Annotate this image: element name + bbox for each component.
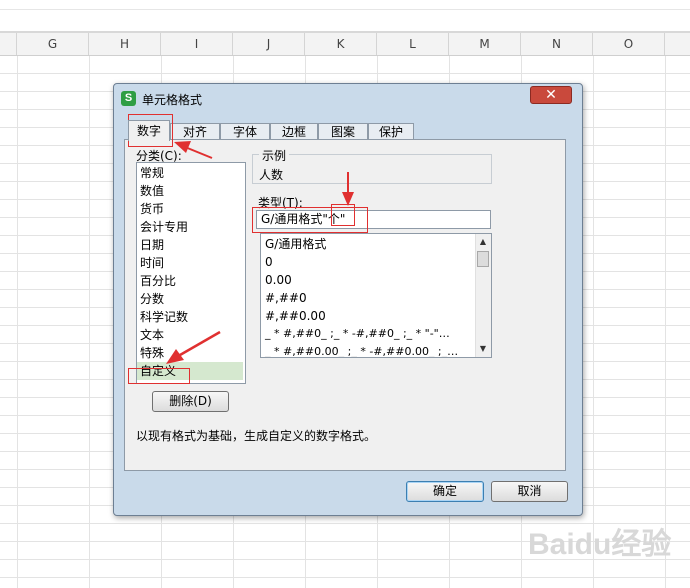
list-item[interactable]: 常规 [140, 164, 164, 182]
delete-button[interactable]: 删除(D) [152, 391, 229, 412]
formula-bar-area [0, 0, 690, 33]
sample-value: 人数 [259, 168, 284, 182]
tab-number[interactable]: 数字 [128, 120, 170, 141]
list-item[interactable]: 科学记数 [140, 308, 188, 326]
column-header-j[interactable]: J [233, 33, 305, 55]
type-list[interactable]: G/通用格式 0 0.00 #,##0 #,##0.00 _ * #,##0_ … [260, 233, 492, 358]
column-header-k[interactable]: K [305, 33, 377, 55]
close-icon: ✕ [545, 87, 557, 103]
type-input[interactable]: G/通用格式"个" [256, 210, 491, 229]
column-header-row: G H I J K L M N O [0, 33, 690, 56]
list-item[interactable]: 会计专用 [140, 218, 188, 236]
dialog-titlebar[interactable]: S 单元格格式 ✕ [114, 84, 582, 112]
sample-label: 示例 [259, 147, 290, 164]
list-item[interactable]: _ * #,##0_ ;_ * -#,##0_ ;_ * "-"… [265, 325, 450, 343]
close-button[interactable]: ✕ [530, 86, 572, 104]
list-item[interactable]: 货币 [140, 200, 164, 218]
baidu-watermark: Baidu经验 [528, 520, 678, 570]
list-item[interactable]: #,##0 [265, 289, 307, 307]
list-item-selected[interactable]: 自定义 [137, 362, 243, 380]
list-item[interactable]: G/通用格式 [265, 235, 326, 253]
format-description: 以现有格式为基础，生成自定义的数字格式。 [136, 429, 377, 443]
list-item[interactable]: 0 [265, 253, 273, 271]
column-header-h[interactable]: H [89, 33, 161, 55]
column-header-m[interactable]: M [449, 33, 521, 55]
type-label: 类型(T): [258, 196, 303, 210]
scroll-down-icon[interactable]: ▼ [476, 342, 490, 356]
category-list[interactable]: 常规 数值 货币 会计专用 日期 时间 百分比 分数 科学记数 文本 特殊 自定… [136, 162, 246, 384]
list-item[interactable]: 日期 [140, 236, 164, 254]
type-list-scrollbar[interactable]: ▲ ▼ [475, 234, 491, 357]
list-item[interactable]: _ * #,##0.00_ ;_ * -#,##0.00_ ;_… [265, 343, 458, 357]
watermark-text: Baidu经验 [528, 528, 672, 561]
row-header-corner[interactable] [0, 33, 17, 55]
column-header-i[interactable]: I [161, 33, 233, 55]
tab-panel-number: 分类(C): 常规 数值 货币 会计专用 日期 时间 百分比 分数 科学记数 文… [124, 139, 566, 471]
column-header-g[interactable]: G [17, 33, 89, 55]
wps-logo-icon: S [121, 91, 136, 106]
column-header-n[interactable]: N [521, 33, 593, 55]
list-item[interactable]: 数值 [140, 182, 164, 200]
column-header-o[interactable]: O [593, 33, 665, 55]
list-item[interactable]: #,##0.00 [265, 307, 326, 325]
dialog-title: 单元格格式 [142, 93, 203, 107]
ok-button[interactable]: 确定 [406, 481, 484, 502]
scroll-up-icon[interactable]: ▲ [476, 235, 490, 249]
list-item[interactable]: 特殊 [140, 344, 164, 362]
list-item[interactable]: 时间 [140, 254, 164, 272]
scroll-thumb[interactable] [477, 251, 489, 267]
list-item[interactable]: 百分比 [140, 272, 176, 290]
cancel-button[interactable]: 取消 [491, 481, 568, 502]
list-item[interactable]: 分数 [140, 290, 164, 308]
list-item[interactable]: 文本 [140, 326, 164, 344]
list-item[interactable]: 0.00 [265, 271, 292, 289]
format-cells-dialog: S 单元格格式 ✕ 数字 对齐 字体 边框 图案 保护 分类(C): 常规 数值… [113, 83, 583, 516]
column-header-l[interactable]: L [377, 33, 449, 55]
column-header-next[interactable] [665, 33, 690, 55]
